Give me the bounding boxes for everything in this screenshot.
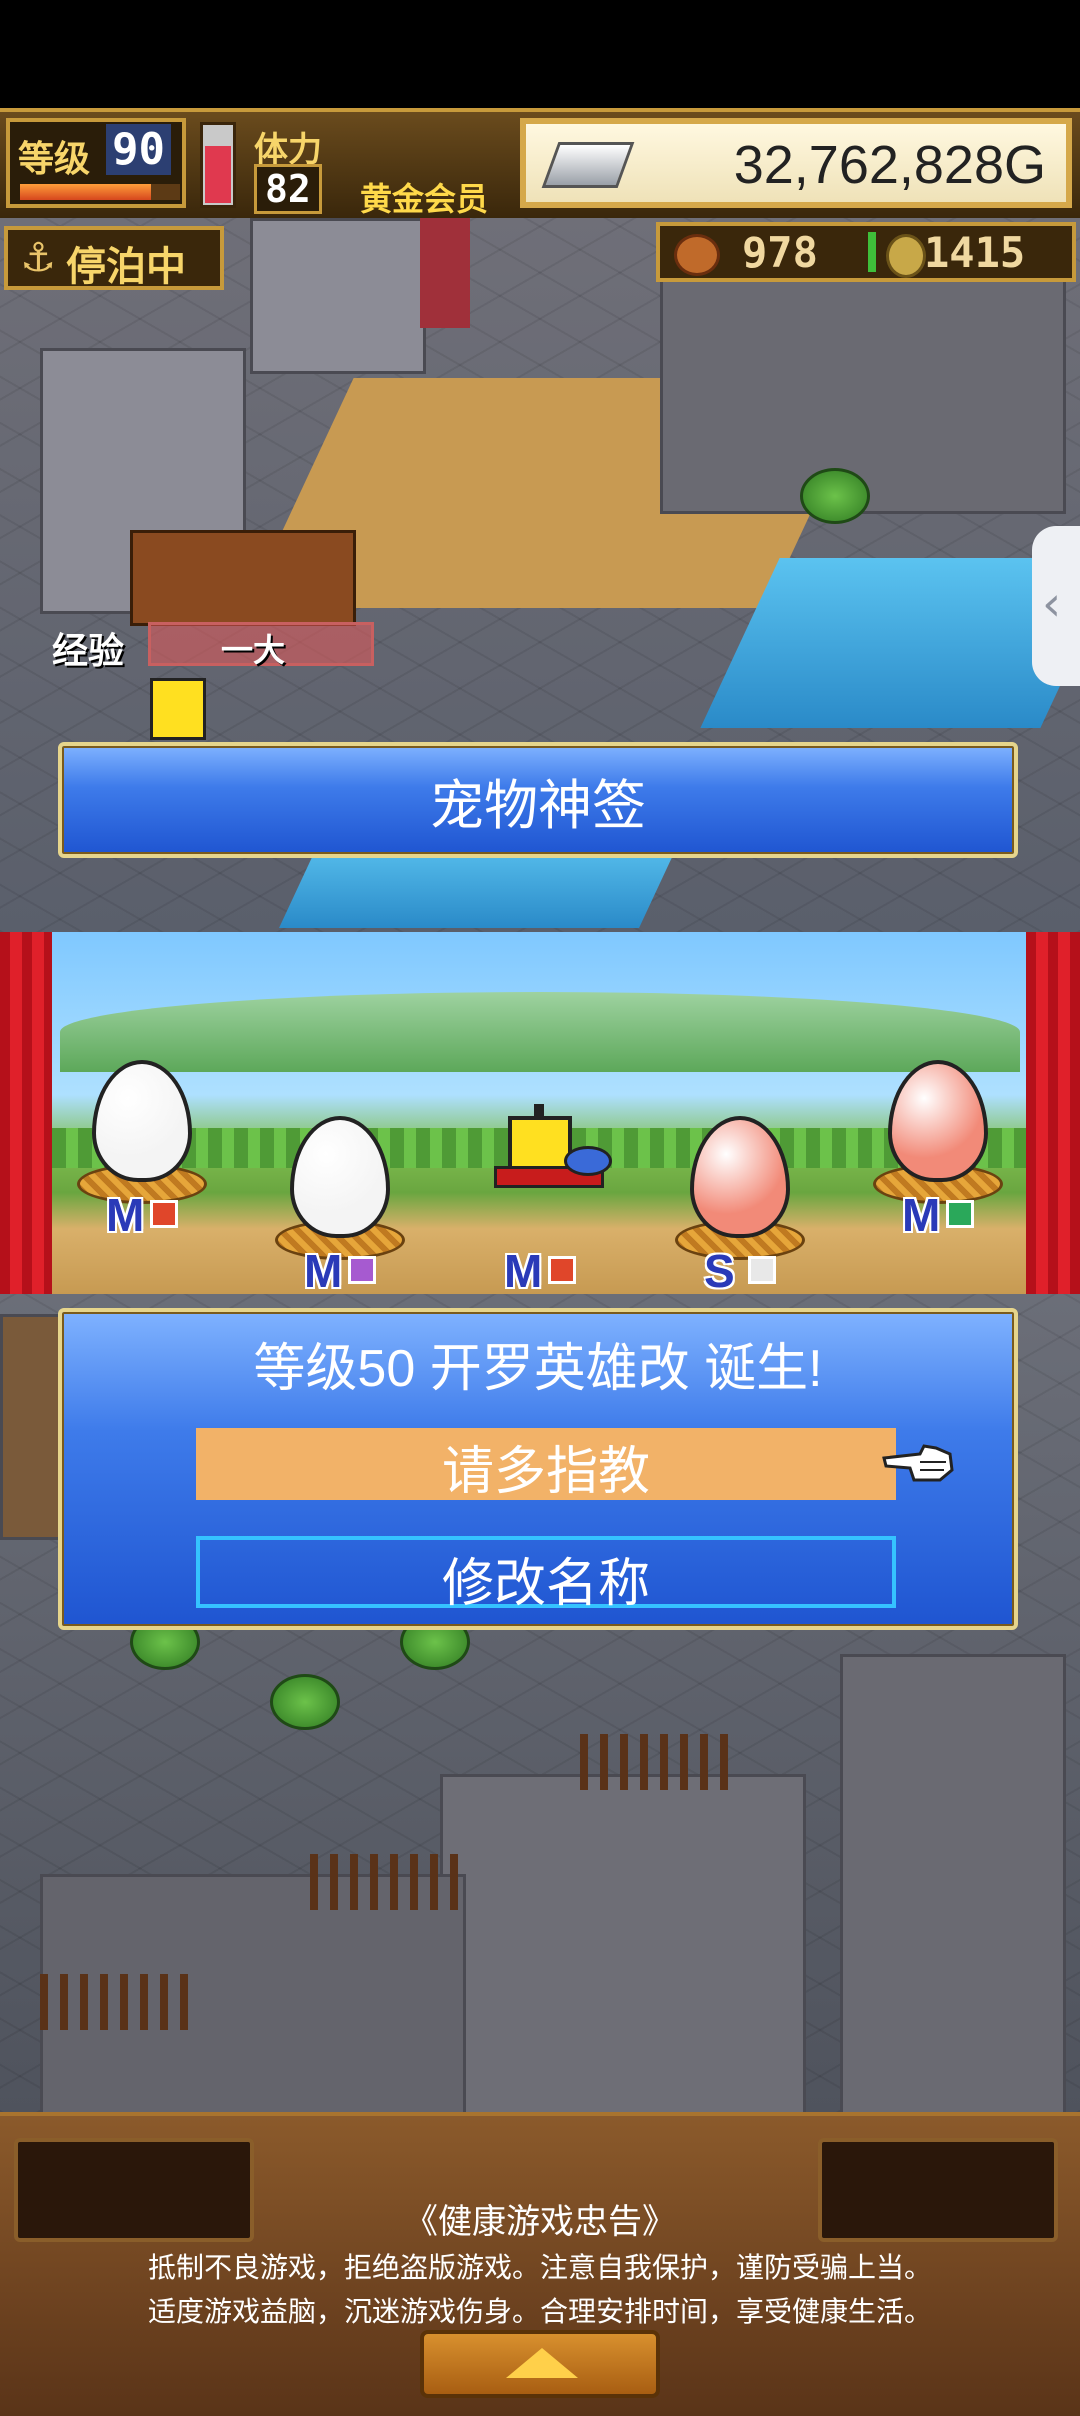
- pet-rank: M: [902, 1189, 941, 1241]
- birth-dialog: 等级50 开罗英雄改 诞生! 请多指教 修改名称: [58, 1308, 1018, 1630]
- health-notice-line-1: 抵制不良游戏，拒绝盗版游戏。注意自我保护，谨防受骗上当。: [147, 2252, 932, 2283]
- docked-status[interactable]: ⚓ 停泊中: [4, 226, 224, 290]
- anchor-icon: ⚓: [20, 235, 56, 281]
- gold-value: 32,762,828G: [733, 135, 1046, 195]
- castle-wall-middle: [440, 1774, 806, 2120]
- pet-rank: S: [704, 1245, 735, 1297]
- membership-label: 黄金会员: [360, 180, 489, 218]
- triangle-up-icon: [506, 2348, 578, 2378]
- top-black-area: [0, 0, 1080, 108]
- tree-icon: [800, 468, 870, 524]
- resource-divider: [868, 232, 876, 272]
- stamina-gauge-fill: [205, 146, 231, 203]
- fence: [310, 1854, 460, 1910]
- level-progress-bar: [18, 182, 182, 202]
- hud-bar: 等级 90 体力 82 黄金会员 32,762,828G: [0, 108, 1080, 222]
- purple-square-icon: [348, 1256, 376, 1284]
- level-progress-fill: [20, 184, 152, 200]
- pet-rank: M: [304, 1245, 343, 1297]
- dialog-message: 等级50 开罗英雄改 诞生!: [253, 1340, 823, 1398]
- level-value: 90: [106, 124, 171, 175]
- pet-character: [508, 1116, 572, 1172]
- banner-flag: [420, 218, 470, 328]
- green-square-icon: [946, 1200, 974, 1228]
- exp-bar-text: 一大: [221, 631, 286, 669]
- level-box: 等级 90: [6, 118, 186, 208]
- stamina-value: 82: [254, 164, 322, 214]
- exp-tag: 经验: [52, 631, 125, 672]
- greet-button[interactable]: 请多指教: [196, 1428, 896, 1501]
- stamina-gauge: [200, 122, 236, 208]
- hills-background: [60, 992, 1020, 1072]
- fence: [580, 1734, 730, 1790]
- medal-value: 1415: [924, 228, 1026, 277]
- hand-pointer-icon: [882, 1444, 954, 1482]
- resource-counter: 978 1415: [656, 222, 1076, 282]
- pet-rank: M: [106, 1189, 145, 1241]
- health-notice-title: 《健康游戏忠告》: [404, 2203, 676, 2241]
- villager-sprite: [150, 678, 206, 740]
- exp-bar: 一大: [148, 622, 374, 669]
- pet-bird: [564, 1146, 612, 1176]
- expand-button[interactable]: [420, 2330, 660, 2398]
- curtain-right: [1026, 932, 1080, 1294]
- chevron-left-icon: ‹: [1042, 576, 1062, 632]
- title-banner: 宠物神签: [58, 742, 1018, 858]
- food-icon: [674, 234, 720, 276]
- castle-tower-right: [840, 1654, 1066, 2120]
- gold-bar-icon: [541, 142, 635, 188]
- fire-icon: [150, 1200, 178, 1228]
- castle-building: [660, 258, 1066, 514]
- title-banner-text: 宠物神签: [430, 775, 646, 836]
- rename-button[interactable]: 修改名称: [196, 1536, 896, 1613]
- fence: [40, 1974, 190, 2030]
- pet-rank: M: [504, 1245, 543, 1297]
- market-stall: [130, 530, 356, 626]
- level-label: 等级: [18, 139, 91, 180]
- gold-display: 32,762,828G: [520, 118, 1072, 208]
- fire-icon: [548, 1256, 576, 1284]
- tree-icon: [270, 1674, 340, 1730]
- castle-wall: [250, 218, 426, 374]
- food-value: 978: [742, 228, 818, 277]
- medal-icon: [886, 234, 926, 278]
- docked-label: 停泊中: [66, 244, 186, 290]
- curtain-left: [0, 932, 52, 1294]
- side-drawer-handle[interactable]: ‹: [1032, 526, 1080, 686]
- white-orb-icon: [748, 1256, 776, 1284]
- health-notice-line-2: 适度游戏益脑，沉迷游戏伤身。合理安排时间，享受健康生活。: [147, 2296, 932, 2327]
